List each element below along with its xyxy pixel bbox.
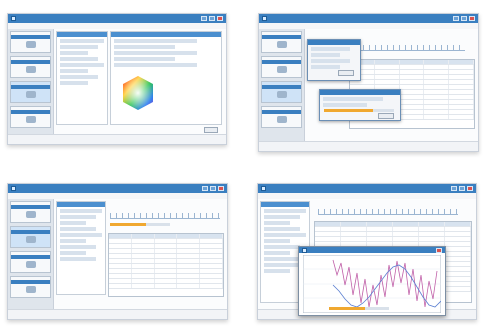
status-bar — [8, 134, 226, 144]
main-content — [54, 199, 227, 310]
time-axis — [318, 209, 458, 215]
app-icon — [11, 16, 16, 21]
maximize-icon[interactable] — [209, 16, 215, 21]
progress-dialog — [319, 89, 401, 121]
minimize-icon[interactable] — [202, 186, 208, 191]
nav-block-2[interactable] — [10, 56, 51, 78]
device-tree-panel — [56, 31, 108, 125]
title-bar — [259, 14, 478, 23]
sensor-icon — [25, 261, 36, 268]
maximize-icon[interactable] — [461, 16, 467, 21]
device-icon — [25, 41, 36, 48]
main-content — [54, 29, 226, 135]
nav-block-2[interactable] — [261, 56, 302, 78]
status-bar — [8, 309, 227, 319]
chart-close-icon[interactable] — [436, 247, 442, 253]
screenshot-topright — [258, 13, 479, 152]
title-bar — [8, 184, 227, 193]
chart-progress — [329, 307, 389, 310]
data-icon — [25, 116, 36, 123]
cancel-button[interactable] — [378, 113, 394, 119]
nav-block-1[interactable] — [261, 31, 302, 53]
title-bar — [8, 14, 226, 23]
close-icon[interactable] — [467, 186, 473, 191]
progress-bar — [324, 109, 394, 112]
data-table — [108, 233, 224, 297]
nav-block-4[interactable] — [10, 276, 51, 298]
title-bar — [258, 184, 476, 193]
settings-icon — [25, 66, 36, 73]
chart-window[interactable] — [298, 246, 446, 316]
app-icon — [261, 186, 266, 191]
screenshot-bottomright — [257, 183, 477, 320]
nav-block-3[interactable] — [10, 81, 51, 103]
left-nav — [259, 29, 305, 142]
device-tree-panel — [56, 201, 106, 295]
properties-panel — [110, 31, 222, 125]
nav-block-4[interactable] — [10, 106, 51, 128]
time-axis — [110, 213, 220, 219]
minimize-icon[interactable] — [201, 16, 207, 21]
sensor-icon — [25, 91, 36, 98]
status-bar — [259, 141, 478, 151]
nav-block-1[interactable] — [10, 31, 51, 53]
maximize-icon[interactable] — [459, 186, 465, 191]
nav-block-3[interactable] — [10, 251, 51, 273]
maximize-icon[interactable] — [210, 186, 216, 191]
chart-app-icon — [302, 247, 307, 253]
data-icon — [25, 286, 36, 293]
sensor-icon — [276, 91, 287, 98]
device-info-dialog — [307, 39, 361, 81]
main-content — [305, 29, 478, 142]
color-hexagon-icon — [123, 76, 153, 110]
close-icon[interactable] — [218, 186, 224, 191]
apply-button[interactable] — [204, 127, 218, 133]
left-nav — [8, 199, 54, 310]
data-icon — [276, 116, 287, 123]
chart-plot — [303, 255, 441, 313]
settings-icon — [25, 236, 36, 243]
chart-title-bar — [299, 247, 445, 253]
close-icon[interactable] — [217, 16, 223, 21]
minimize-icon[interactable] — [451, 186, 457, 191]
nav-block-2[interactable] — [10, 226, 51, 248]
nav-block-3[interactable] — [261, 81, 302, 103]
progress-bar — [110, 223, 170, 226]
screenshot-topleft — [7, 13, 227, 145]
app-icon — [262, 16, 267, 21]
nav-block-4[interactable] — [261, 106, 302, 128]
device-icon — [25, 211, 36, 218]
left-nav — [8, 29, 54, 135]
nav-block-1[interactable] — [10, 201, 51, 223]
close-icon[interactable] — [469, 16, 475, 21]
device-icon — [276, 41, 287, 48]
settings-icon — [276, 66, 287, 73]
time-axis — [345, 45, 465, 51]
app-icon — [11, 186, 16, 191]
ok-button[interactable] — [338, 70, 354, 76]
minimize-icon[interactable] — [453, 16, 459, 21]
screenshot-bottomleft — [7, 183, 228, 320]
